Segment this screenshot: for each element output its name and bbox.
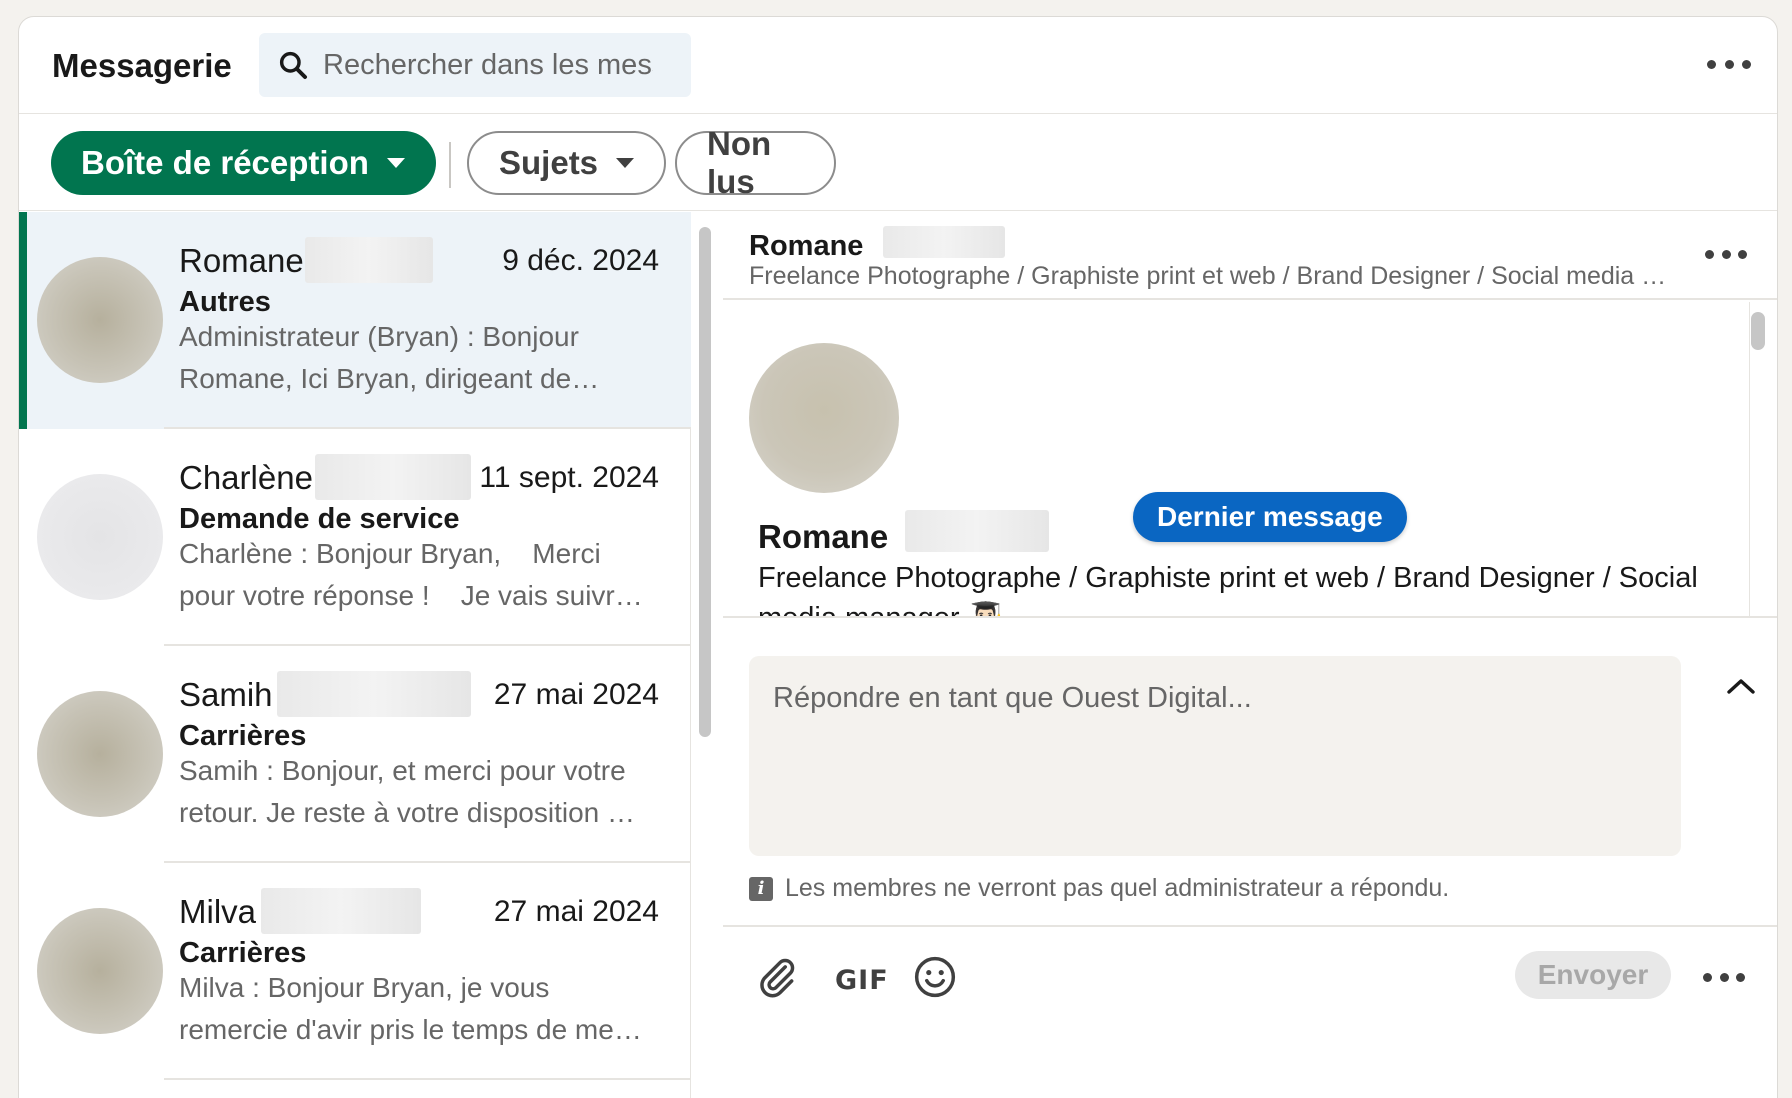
page-title: Messagerie (52, 47, 232, 84)
profile-headline: Freelance Photographe / Graphiste print … (758, 562, 1698, 618)
contact-headline: Freelance Photographe / Graphiste print … (749, 262, 1667, 290)
divider (164, 427, 691, 429)
thread-scrollbar-track (1749, 302, 1777, 616)
avatar (37, 691, 163, 817)
chevron-up-icon[interactable] (1723, 672, 1759, 700)
conversation-preview: Samih : Bonjour, et merci pour votre ret… (179, 755, 635, 828)
blurred-surname (277, 671, 471, 717)
conversation-header: Romane Freelance Photographe / Graphiste… (723, 212, 1777, 300)
conversation-item[interactable]: Charlène 11 sept. 2024 Demande de servic… (19, 427, 691, 646)
search-input[interactable] (323, 48, 653, 82)
topics-filter-button[interactable]: Sujets (467, 131, 666, 195)
divider (449, 142, 451, 188)
avatar (37, 908, 163, 1034)
caret-down-icon (386, 158, 405, 168)
search-icon (279, 51, 307, 79)
compose-toolbar: GIF Envoyer (723, 925, 1777, 1025)
unread-filter-label: Non lus (707, 125, 772, 200)
avatar (37, 474, 163, 600)
conversation-list-scrollbar[interactable] (699, 227, 711, 737)
conversation-preview: Administrateur (Bryan) : Bonjour Romane,… (179, 321, 600, 394)
profile-name[interactable]: Romane (758, 518, 888, 556)
last-message-button[interactable]: Dernier message (1133, 492, 1407, 542)
emoji-icon[interactable] (913, 955, 957, 999)
inbox-filter-label: Boîte de réception (81, 144, 369, 181)
topics-filter-label: Sujets (499, 144, 599, 181)
conversation-item[interactable]: Samih 27 mai 2024 Carrières Samih : Bonj… (19, 644, 691, 863)
blurred-surname (883, 226, 1005, 258)
conversation-date: 9 déc. 2024 (502, 244, 659, 277)
gif-button[interactable]: GIF (835, 965, 889, 996)
search-box[interactable] (259, 33, 691, 97)
conversation-item[interactable]: Romane 9 déc. 2024 Autres Administrateur… (19, 212, 691, 429)
blurred-surname (315, 454, 471, 500)
messaging-header: Messagerie (19, 17, 1777, 114)
conversation-category: Autres (179, 286, 271, 318)
admin-info-text: Les membres ne verront pas quel administ… (785, 874, 1450, 902)
paperclip-icon[interactable] (755, 955, 799, 999)
blurred-surname (305, 237, 433, 283)
conversation-name: Charlène (179, 459, 313, 496)
conversation-category: Carrières (179, 937, 307, 969)
message-thread: Romane Freelance Photographe / Graphiste… (723, 302, 1777, 618)
conversation-detail: Romane Freelance Photographe / Graphiste… (723, 212, 1777, 1098)
more-options-icon[interactable] (1703, 971, 1745, 983)
reply-input[interactable]: Répondre en tant que Ouest Digital... (749, 656, 1681, 856)
conversation-list: Romane 9 déc. 2024 Autres Administrateur… (19, 212, 691, 1098)
caret-down-icon (616, 158, 635, 168)
messaging-panel: Messagerie Boîte de réception Sujets Non… (18, 16, 1778, 1098)
blurred-surname (905, 510, 1049, 552)
info-icon: i (749, 876, 773, 901)
conversation-preview: Milva : Bonjour Bryan, je vous remercie … (179, 972, 642, 1045)
divider (164, 644, 691, 646)
blurred-surname (261, 888, 421, 934)
more-options-icon[interactable] (1707, 57, 1751, 71)
avatar (37, 257, 163, 383)
conversation-name: Milva (179, 893, 257, 930)
divider (164, 1078, 691, 1080)
admin-info-note: i Les membres ne verront pas quel admini… (749, 874, 1449, 903)
conversation-date: 27 mai 2024 (493, 678, 659, 711)
more-options-icon[interactable] (1705, 248, 1747, 260)
conversation-date: 27 mai 2024 (493, 895, 659, 928)
inbox-filter-button[interactable]: Boîte de réception (51, 131, 436, 195)
conversation-category: Carrières (179, 720, 307, 752)
profile-avatar[interactable] (749, 343, 899, 493)
conversation-item[interactable]: Milva 27 mai 2024 Carrières Milva : Bonj… (19, 861, 691, 1080)
filter-bar: Boîte de réception Sujets Non lus (19, 114, 1777, 211)
thread-scrollbar[interactable] (1751, 312, 1765, 350)
unread-filter-button[interactable]: Non lus (675, 125, 836, 200)
conversation-name: Romane (179, 242, 304, 279)
conversation-preview: Charlène : Bonjour Bryan, Merci pour vot… (179, 538, 643, 611)
conversation-date: 11 sept. 2024 (479, 461, 659, 494)
conversation-category: Demande de service (179, 503, 460, 535)
divider (164, 861, 691, 863)
contact-name[interactable]: Romane (749, 230, 863, 263)
send-button[interactable]: Envoyer (1515, 951, 1671, 999)
conversation-name: Samih (179, 676, 273, 713)
